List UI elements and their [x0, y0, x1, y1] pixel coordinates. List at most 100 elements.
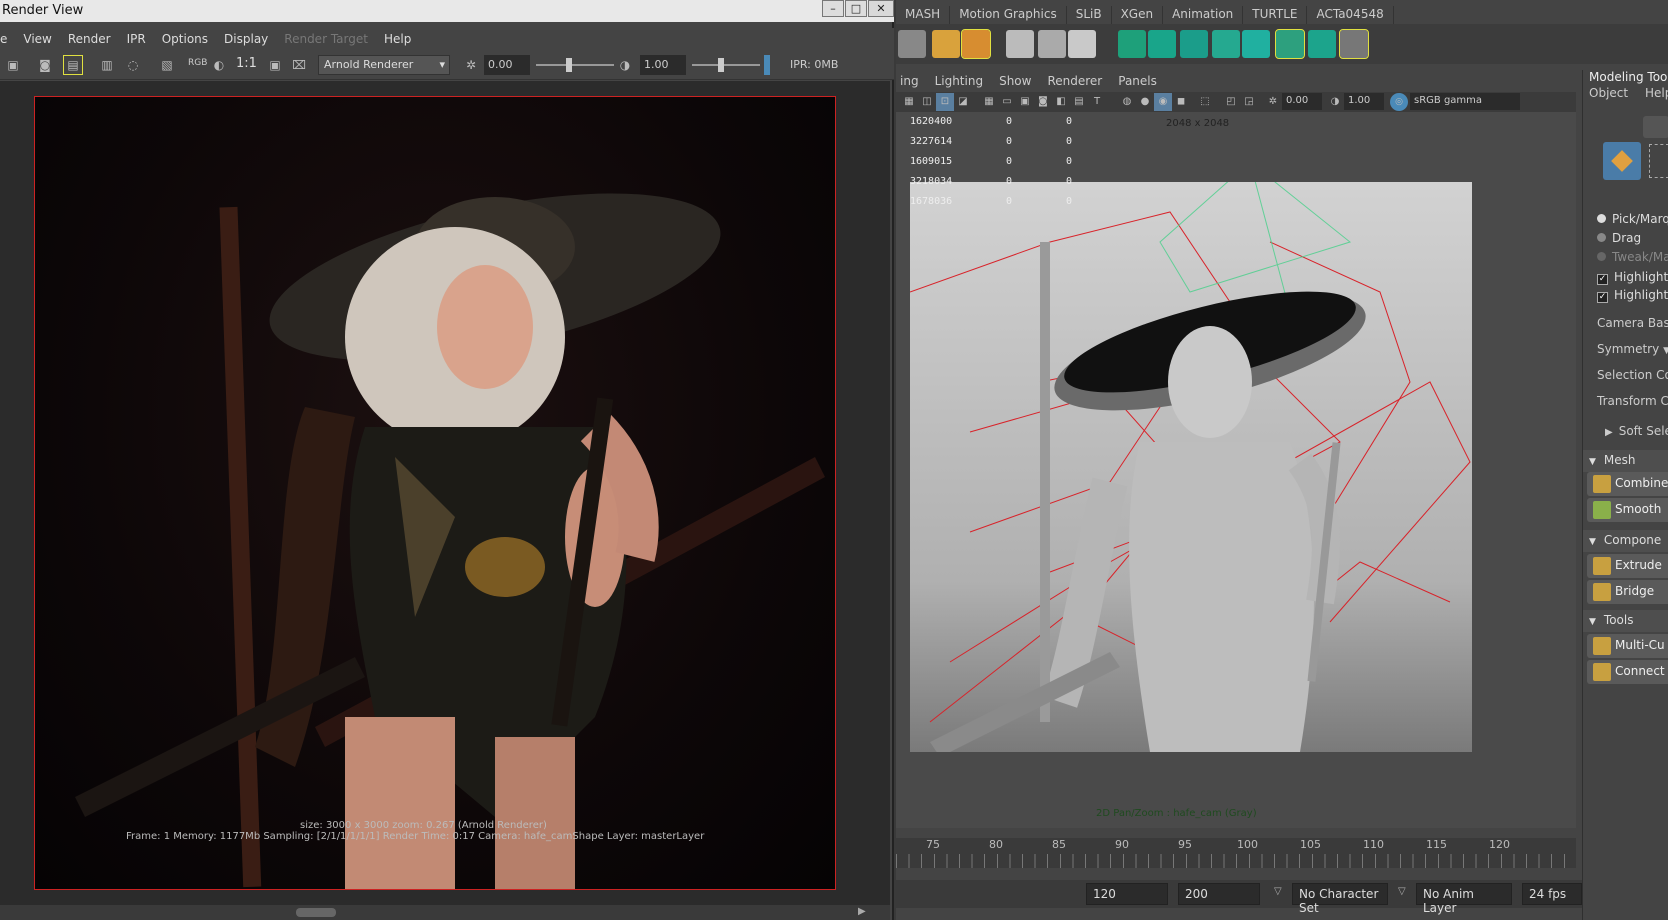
- shelf-tab-xgen[interactable]: XGen: [1112, 6, 1164, 24]
- exposure-field[interactable]: 0.00: [484, 55, 530, 75]
- remove-image-icon[interactable]: ⌧: [290, 56, 308, 74]
- shelf-cube-icon[interactable]: [1212, 30, 1240, 58]
- renderer-select[interactable]: Arnold Renderer ▾: [318, 55, 450, 75]
- shelf-lattice-icon[interactable]: [1038, 30, 1066, 58]
- bridge-button[interactable]: Bridge: [1587, 580, 1668, 604]
- menu-file-trunc[interactable]: e: [0, 32, 7, 50]
- bookmark-icon[interactable]: ⊡: [936, 93, 954, 111]
- range-end-field[interactable]: 200: [1178, 883, 1260, 905]
- highlight-check-1[interactable]: ✓ Highlight: [1597, 270, 1668, 285]
- vp-menu-lighting[interactable]: Lighting: [935, 74, 984, 92]
- xray-joints-icon[interactable]: ◲: [1240, 93, 1258, 111]
- chevron-down-icon[interactable]: ▽: [1274, 886, 1282, 897]
- menu-display[interactable]: Display: [224, 32, 268, 50]
- multi-cut-button[interactable]: Multi-Cu: [1587, 634, 1668, 658]
- maximize-button[interactable]: □: [845, 0, 867, 17]
- menu-render[interactable]: Render: [68, 32, 111, 50]
- vp-menu-renderer[interactable]: Renderer: [1047, 74, 1102, 92]
- scrollbar-thumb[interactable]: [296, 908, 336, 917]
- film-gate-icon[interactable]: ▭: [998, 93, 1016, 111]
- shelf-wave-icon[interactable]: [1242, 30, 1270, 58]
- shelf-tab-motion-graphics[interactable]: Motion Graphics: [950, 6, 1067, 24]
- real-size-button[interactable]: 1:1: [236, 56, 257, 71]
- wireframe-icon[interactable]: ◍: [1118, 93, 1136, 111]
- rgb-channel-button[interactable]: RGB: [188, 58, 207, 68]
- vp-menu-show[interactable]: Show: [999, 74, 1031, 92]
- vp-menu-shading[interactable]: ing: [900, 74, 919, 92]
- menu-ipr[interactable]: IPR: [127, 32, 146, 50]
- drag-option[interactable]: Drag: [1597, 231, 1641, 245]
- exposure-icon[interactable]: ✲: [1264, 93, 1282, 111]
- fps-select[interactable]: 24 fps: [1522, 883, 1582, 905]
- mesh-section-header[interactable]: ▼ Mesh: [1583, 450, 1668, 472]
- shelf-edit-icon[interactable]: [1068, 30, 1096, 58]
- keep-image-icon[interactable]: ▧: [158, 56, 176, 74]
- default-material-icon[interactable]: ◉: [1154, 93, 1172, 111]
- viewport-panel[interactable]: 1620400 0 0 3227614 0 0 1609015 0 0 3218034 0 0 …: [896, 112, 1576, 828]
- shelf-tab-acta04548[interactable]: ACTa04548: [1307, 6, 1394, 24]
- shelf-checker-icon[interactable]: [1275, 29, 1305, 59]
- tweak-marquee-option[interactable]: Tweak/Mar: [1597, 250, 1668, 264]
- menu-help[interactable]: Help: [384, 32, 411, 50]
- xray-icon[interactable]: ◰: [1222, 93, 1240, 111]
- scroll-right-icon[interactable]: ▶: [858, 906, 866, 917]
- isolate-icon[interactable]: ⬚: [1196, 93, 1214, 111]
- toolkit-menu-help[interactable]: Help: [1645, 86, 1668, 100]
- toolkit-menu-object[interactable]: Object: [1589, 86, 1628, 100]
- region-render-icon[interactable]: ◌: [124, 56, 142, 74]
- render-canvas[interactable]: size: 3000 x 3000 zoom: 0.267 (Arnold Re…: [0, 81, 890, 905]
- select-camera-icon[interactable]: ▦: [900, 93, 918, 111]
- shelf-tool-icon[interactable]: [898, 30, 926, 58]
- gamma-slider-handle[interactable]: [718, 58, 724, 72]
- camera-based-label[interactable]: Camera Based: [1597, 316, 1668, 330]
- close-button[interactable]: ✕: [868, 0, 894, 17]
- pick-marquee-option[interactable]: Pick/Marqu: [1597, 212, 1668, 226]
- extrude-button[interactable]: Extrude: [1587, 554, 1668, 578]
- gamma-reset-icon[interactable]: ◑: [616, 56, 634, 74]
- render-view-titlebar[interactable]: Render View: [0, 0, 894, 22]
- shelf-tab-slib[interactable]: SLiB: [1067, 6, 1112, 24]
- shelf-tab-animation[interactable]: Animation: [1163, 6, 1244, 24]
- shelf-tab-turtle[interactable]: TURTLE: [1243, 6, 1308, 24]
- soft-select-section[interactable]: ▶ Soft Sele: [1605, 424, 1668, 438]
- smooth-shade-icon[interactable]: ●: [1136, 93, 1154, 111]
- camera-attr-icon[interactable]: ◫: [918, 93, 936, 111]
- selection-constraint-label[interactable]: Selection Con: [1597, 368, 1668, 382]
- menu-render-target[interactable]: Render Target: [284, 32, 368, 50]
- range-start-field[interactable]: 120: [1086, 883, 1168, 905]
- exposure-slider-handle[interactable]: [566, 58, 572, 72]
- shelf-tab-mash[interactable]: MASH: [896, 6, 951, 24]
- exposure-reset-icon[interactable]: ✲: [462, 56, 480, 74]
- color-management-icon[interactable]: ◎: [1390, 93, 1408, 111]
- chevron-down-icon[interactable]: ▽: [1398, 886, 1406, 897]
- grid-icon[interactable]: ▦: [980, 93, 998, 111]
- menu-view[interactable]: View: [23, 32, 51, 50]
- toolkit-toggle-button[interactable]: [1643, 116, 1668, 138]
- object-mode-button[interactable]: [1603, 142, 1641, 180]
- safe-action-icon[interactable]: ▤: [1070, 93, 1088, 111]
- exposure-slider[interactable]: [536, 64, 614, 66]
- safe-title-icon[interactable]: T: [1088, 93, 1106, 111]
- shelf-poly-icon[interactable]: [1118, 30, 1146, 58]
- minimize-button[interactable]: –: [822, 0, 844, 17]
- connect-button[interactable]: Connect: [1587, 660, 1668, 684]
- shelf-bend-icon[interactable]: [1148, 30, 1176, 58]
- ipr-icon[interactable]: ▥: [98, 56, 116, 74]
- field-chart-icon[interactable]: ◧: [1052, 93, 1070, 111]
- display-image-icon[interactable]: ▣: [266, 56, 284, 74]
- character-set-select[interactable]: No Character Set: [1292, 883, 1388, 915]
- symmetry-dropdown[interactable]: Symmetry ▼: [1597, 342, 1668, 356]
- gamma-icon[interactable]: ◑: [1326, 93, 1344, 111]
- transform-constraint-label[interactable]: Transform Con: [1597, 394, 1668, 408]
- anim-layer-select[interactable]: No Anim Layer: [1416, 883, 1512, 915]
- shelf-cross-icon[interactable]: [1339, 29, 1369, 59]
- vp-gamma-field[interactable]: 1.00: [1344, 93, 1384, 110]
- image-plane-icon[interactable]: ◪: [954, 93, 972, 111]
- shelf-curve-icon[interactable]: [1006, 30, 1034, 58]
- time-slider[interactable]: 75 80 85 90 95 100 105 110 115 120: [896, 838, 1576, 868]
- resolution-gate-icon[interactable]: ▣: [1016, 93, 1034, 111]
- horizontal-scrollbar[interactable]: ▶: [0, 905, 890, 920]
- redo-render-icon[interactable]: ▣: [4, 56, 22, 74]
- shelf-freeze-icon[interactable]: [932, 30, 960, 58]
- color-mgmt-toggle[interactable]: [764, 55, 770, 75]
